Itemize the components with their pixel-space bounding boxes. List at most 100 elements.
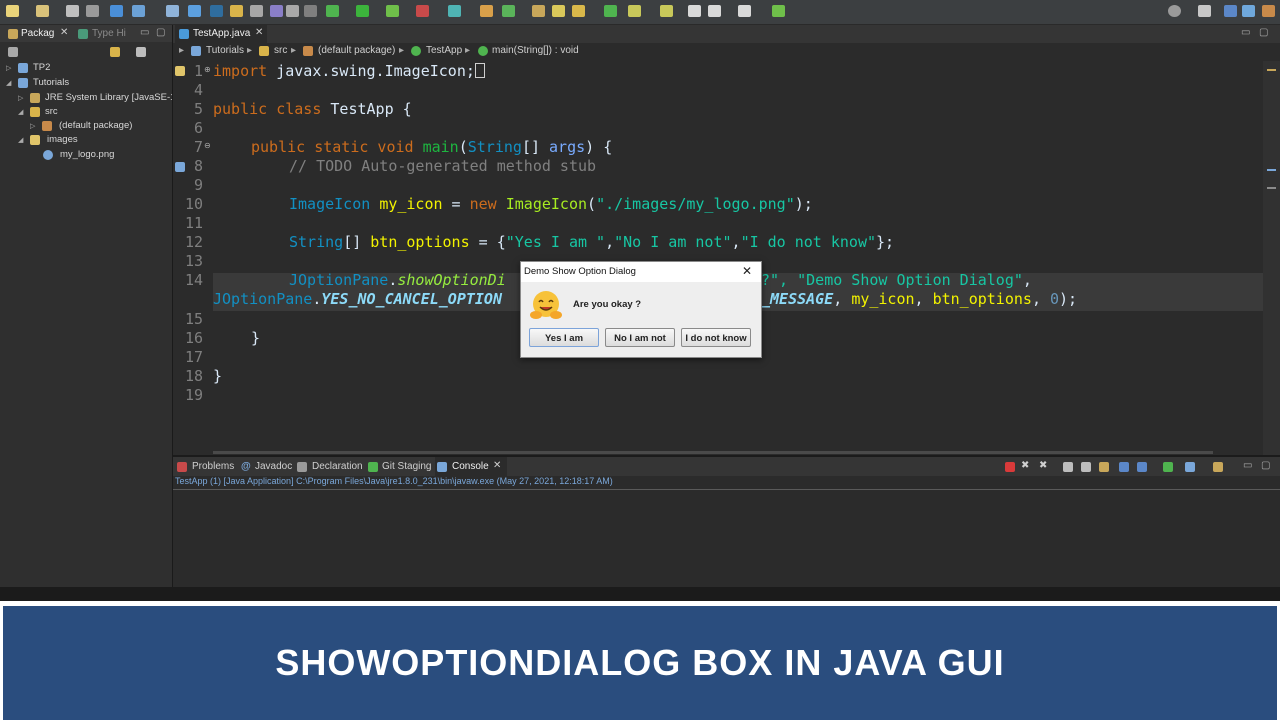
tree-item-images[interactable]: ◢ images [18,133,172,147]
code-line-5: public class TestApp { [213,100,412,118]
search-file-icon[interactable] [552,5,565,17]
format-icon[interactable] [250,5,263,17]
tab-type-hierarchy[interactable]: Type Hi [92,28,126,39]
code-line-14b-tail: _MESSAGE, my_icon, btn_options, 0); [761,290,1077,308]
debug-perspective-icon[interactable] [1242,5,1255,17]
search-icon[interactable] [1168,5,1181,17]
word-wrap-icon[interactable] [1099,462,1109,472]
new-java-project-icon[interactable] [480,5,493,17]
maximize-icon[interactable]: ▢ [1261,460,1270,471]
pin-console-icon[interactable] [1119,462,1129,472]
overview-ruler[interactable] [1263,61,1280,455]
block-select-icon[interactable] [270,5,283,17]
yes-i-am-button[interactable]: Yes I am [529,328,599,347]
ruler-marker[interactable] [1267,187,1276,189]
save-all-icon[interactable] [86,5,99,17]
pen-icon[interactable] [572,5,585,17]
horizontal-scrollbar[interactable] [213,451,1213,454]
tree-item-tp2[interactable]: ▷ TP2 [6,61,171,75]
line-number: 5 [193,100,203,118]
close-icon[interactable]: ✕ [742,264,752,278]
clear-console-icon[interactable] [1063,462,1073,472]
terminate-icon[interactable] [1005,462,1015,472]
close-icon[interactable]: ✕ [255,27,263,38]
display-console-icon[interactable] [1163,462,1173,472]
tab-declaration[interactable]: Declaration [312,461,363,472]
tree-item-my-logo[interactable]: my_logo.png [43,148,172,162]
no-i-am-not-button[interactable]: No I am not [605,328,675,347]
breadcrumb-src[interactable]: src [274,45,287,56]
minimize-icon[interactable]: ▭ [140,27,149,38]
tab-console-active[interactable]: Console ✕ [435,457,507,476]
link-with-editor-icon[interactable] [110,47,120,57]
build-icon[interactable] [188,5,201,17]
external-tools-icon[interactable] [416,5,429,17]
code-editor[interactable]: TestApp.java ✕ ▭ ▢ ▸ Tutorials ▸ src ▸ (… [173,25,1280,455]
new-class-icon[interactable] [502,5,515,17]
tree-item-default-package[interactable]: ▷ (default package) [30,119,172,133]
terminal-icon[interactable] [110,5,123,17]
tree-item-tutorials[interactable]: ◢ Tutorials [6,76,171,90]
scroll-lock-icon[interactable] [1081,462,1091,472]
remove-all-icon[interactable]: ✖ [1039,460,1047,471]
collapse-all-icon[interactable] [8,47,18,57]
view-menu-icon[interactable] [136,47,146,57]
tab-testapp-java[interactable]: TestApp.java ✕ [175,25,267,43]
maximize-icon[interactable]: ▢ [156,27,165,38]
breadcrumb-project[interactable]: Tutorials [206,45,244,56]
forward-icon[interactable] [738,5,751,17]
toggle-mark-icon[interactable] [210,5,223,17]
param-name: args [549,138,586,156]
tab-git-staging[interactable]: Git Staging [382,461,431,472]
new-console-icon[interactable] [1213,462,1223,472]
open-type-icon[interactable] [532,5,545,17]
tree-item-jre-library[interactable]: ▷ JRE System Library [JavaSE-1.8] [18,91,172,105]
dialog-title-bar[interactable]: Demo Show Option Dialog ✕ [521,262,761,282]
code-line-14a: JOptionPane.showOptionDi [289,271,506,289]
library-icon [30,93,40,103]
show-whitespace-icon[interactable] [286,5,299,17]
remove-launch-icon[interactable]: ✖ [1021,460,1029,471]
show-stdout-icon[interactable] [1137,462,1147,472]
debug-icon[interactable] [326,5,339,17]
i-do-not-know-button[interactable]: I do not know [681,328,751,347]
tab-javadoc[interactable]: Javadoc [255,461,292,472]
open-console-icon[interactable] [1185,462,1195,472]
link-icon[interactable] [166,5,179,17]
close-icon[interactable]: ✕ [493,460,501,471]
fold-icon[interactable]: ⊕ [204,65,211,74]
close-icon[interactable]: ✕ [60,27,68,38]
breadcrumb-package[interactable]: (default package) [318,45,395,56]
ruler-marker[interactable] [1267,169,1276,171]
java-perspective-icon[interactable] [1224,5,1237,17]
fold-icon[interactable]: ⊖ [204,141,211,150]
task-icon[interactable] [132,5,145,17]
tree-item-src[interactable]: ◢ src [18,105,172,119]
paragraph-icon[interactable] [304,5,317,17]
last-edit-icon[interactable] [688,5,701,17]
open-perspective-icon[interactable] [1198,5,1211,17]
minimize-icon[interactable]: ▭ [1241,27,1250,38]
prev-annotation-icon[interactable] [660,5,673,17]
open-icon[interactable] [36,5,49,17]
tab-problems[interactable]: Problems [192,461,234,472]
breadcrumb-class[interactable]: TestApp [426,45,462,56]
profile-icon[interactable] [448,5,461,17]
new-icon[interactable] [6,5,19,17]
next-annotation-icon[interactable] [628,5,641,17]
annotation-icon[interactable] [604,5,617,17]
breadcrumb-method[interactable]: main(String[]) : void [492,45,579,56]
back-icon[interactable] [708,5,721,17]
highlight-icon[interactable] [230,5,243,17]
maximize-icon[interactable]: ▢ [1259,27,1268,38]
git-perspective-icon[interactable] [1262,5,1275,17]
ruler-marker[interactable] [1267,69,1276,71]
code-text: TestApp { [321,100,412,118]
run-icon[interactable] [356,5,369,17]
coverage-icon[interactable] [386,5,399,17]
tab-package-explorer[interactable]: Packag [21,28,54,39]
minimize-icon[interactable]: ▭ [1243,460,1252,471]
code-area[interactable]: import javax.swing.ImageIcon; public cla… [213,61,1261,455]
pin-editor-icon[interactable] [772,5,785,17]
save-icon[interactable] [66,5,79,17]
